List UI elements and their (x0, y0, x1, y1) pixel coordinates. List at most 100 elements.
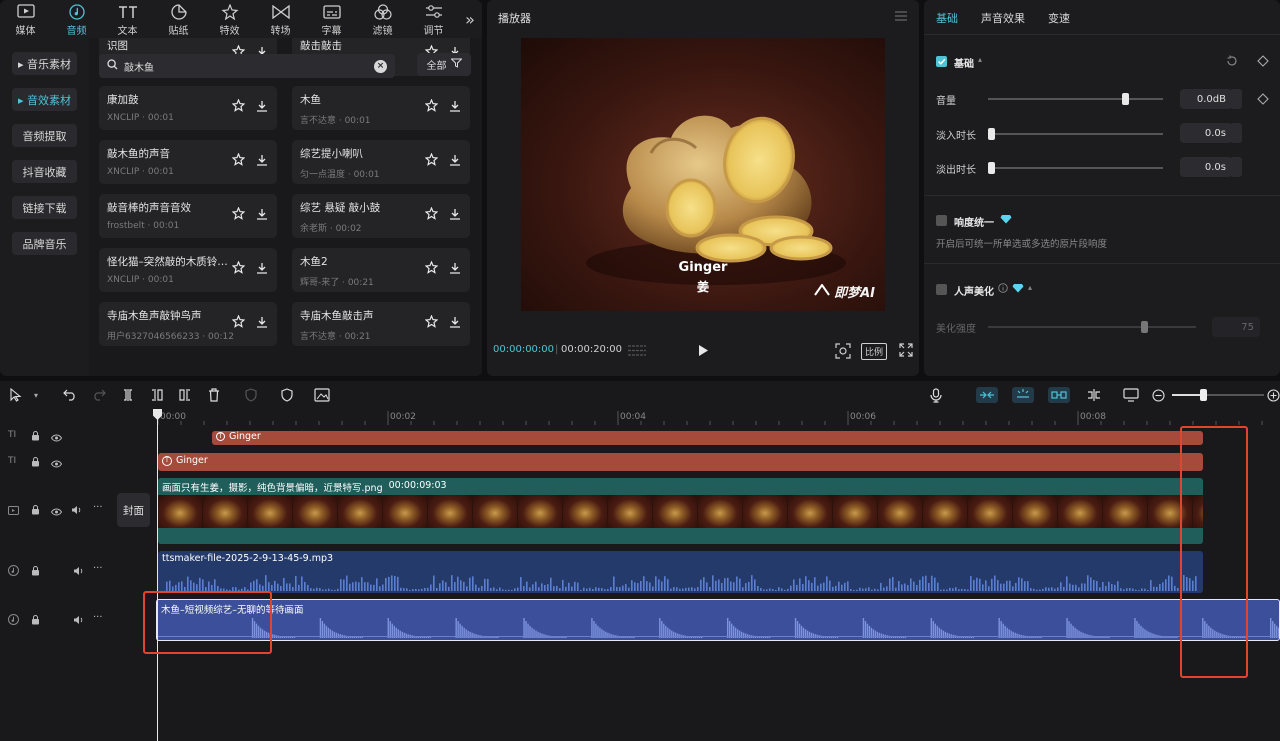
download-icon[interactable] (447, 314, 462, 329)
chevron-down-icon[interactable]: ▾ (28, 387, 44, 403)
lock-icon-4[interactable] (31, 566, 40, 579)
volume-keyframe-icon[interactable] (1257, 93, 1269, 108)
fade-out-value[interactable]: 0.0s (1180, 157, 1232, 177)
fullscreen-icon[interactable] (899, 343, 913, 360)
sound-card[interactable]: 木鱼2 辉哥-来了 · 00:21 (292, 248, 470, 292)
fit-screen-icon[interactable] (835, 343, 851, 362)
shield-icon[interactable] (279, 387, 295, 403)
volume-stepper[interactable] (1230, 89, 1242, 109)
fade-out-slider[interactable] (988, 167, 1163, 169)
zoom-slider-handle[interactable] (1200, 389, 1207, 401)
speaker-icon-2[interactable] (73, 566, 84, 579)
screen-icon[interactable] (1123, 387, 1139, 403)
mask-icon[interactable] (243, 387, 259, 403)
sound-card[interactable]: 怪化猫–突然敲的木质铃… XNCLIP · 00:01 (99, 248, 277, 292)
zoom-in-icon[interactable] (1265, 387, 1280, 403)
nav-audio[interactable]: 音频 (51, 0, 102, 38)
reset-icon[interactable] (1226, 55, 1238, 70)
split-icon[interactable] (120, 387, 136, 403)
filter-button[interactable]: 全部 (417, 53, 471, 76)
auto-snap-icon[interactable] (1012, 387, 1034, 403)
audio-clip-tts[interactable]: ttsmaker-file-2025-2-9-13-45-9.mp3 (158, 551, 1203, 593)
info-icon[interactable] (998, 283, 1008, 296)
fade-in-slider-handle[interactable] (988, 128, 995, 140)
nav-adjust[interactable]: 调节 (408, 0, 459, 38)
undo-icon[interactable] (62, 387, 78, 403)
video-preview[interactable]: Ginger 姜 即梦AI (521, 38, 885, 311)
sidebar-item-link[interactable]: 链接下载 (12, 196, 77, 219)
microphone-icon[interactable] (928, 387, 944, 403)
tab-sound-effects[interactable]: 声音效果 (981, 10, 1025, 26)
speaker-icon[interactable] (71, 505, 82, 518)
nav-text[interactable]: 文本 (102, 0, 153, 38)
download-icon[interactable] (254, 98, 269, 113)
more-icon[interactable]: ··· (93, 502, 103, 513)
favorite-star-icon[interactable] (424, 260, 439, 275)
sound-card[interactable]: 综艺 悬疑 敲小鼓 余老斯 · 00:02 (292, 194, 470, 238)
fade-out-stepper[interactable] (1230, 157, 1242, 177)
preview-axis-icon[interactable] (1086, 387, 1102, 403)
volume-slider[interactable] (988, 98, 1163, 100)
nav-sticker[interactable]: 贴纸 (153, 0, 204, 38)
video-clip[interactable]: 画面只有生姜，摄影，纯色背景偏暗，近景特写.png 00:00:09:03 (158, 478, 1203, 544)
download-icon[interactable] (254, 314, 269, 329)
sidebar-item-brand[interactable]: 品牌音乐 (12, 232, 77, 255)
select-tool-icon[interactable] (8, 387, 24, 403)
image-crop-icon[interactable] (314, 387, 330, 403)
linkage-icon[interactable] (1048, 387, 1070, 403)
download-icon[interactable] (447, 206, 462, 221)
search-input[interactable]: 敲木鱼 × (99, 54, 395, 78)
collapse-icon[interactable]: ▴ (978, 55, 982, 64)
download-icon[interactable] (447, 98, 462, 113)
more-icon-3[interactable]: ··· (93, 612, 103, 623)
cover-button[interactable]: 封面 (117, 493, 150, 527)
sound-card[interactable]: 木鱼 言不达意 · 00:01 (292, 86, 470, 130)
sound-card[interactable]: 寺庙木鱼声敲钟鸟声 用户6327046566233 · 00:12 (99, 302, 277, 346)
strength-value[interactable]: 75 (1212, 317, 1260, 337)
split-right-icon[interactable] (177, 387, 193, 403)
sidebar-item-sfx[interactable]: ▸ 音效素材 (12, 88, 77, 111)
sound-card[interactable]: 敲音棒的声音音效 frostbelt · 00:01 (99, 194, 277, 238)
nav-filter[interactable]: 滤镜 (357, 0, 408, 38)
link-main-track-icon[interactable] (976, 387, 998, 403)
favorite-star-icon[interactable] (424, 152, 439, 167)
nav-transition[interactable]: 转场 (255, 0, 306, 38)
lock-icon-5[interactable] (31, 615, 40, 628)
favorite-star-icon[interactable] (231, 152, 246, 167)
download-icon[interactable] (254, 152, 269, 167)
ratio-button[interactable]: 比例 (861, 343, 888, 360)
fade-in-slider[interactable] (988, 133, 1163, 135)
sidebar-item-music[interactable]: ▸ 音乐素材 (12, 52, 77, 75)
audio-clip-woodfish[interactable]: 木鱼–短视频综艺–无聊的等待画面 (156, 599, 1280, 641)
tab-speed[interactable]: 变速 (1048, 10, 1070, 26)
nav-effects[interactable]: 特效 (204, 0, 255, 38)
lock-icon-3[interactable] (31, 505, 40, 518)
playhead[interactable] (157, 411, 158, 741)
sound-card[interactable]: 寺庙木鱼敲击声 言不达意 · 00:21 (292, 302, 470, 346)
sound-card[interactable]: 综艺提小喇叭 匀一点温度 · 00:01 (292, 140, 470, 184)
strength-slider[interactable] (988, 326, 1196, 328)
sidebar-item-extract[interactable]: 音频提取 (12, 124, 77, 147)
grid-list-icon[interactable] (627, 344, 647, 360)
tab-basic[interactable]: 基础 (936, 10, 958, 26)
favorite-star-icon[interactable] (231, 206, 246, 221)
loudness-checkbox[interactable] (936, 215, 947, 226)
collapse-icon-2[interactable]: ▴ (1028, 283, 1032, 292)
fade-in-value[interactable]: 0.0s (1180, 123, 1232, 143)
sound-card[interactable]: 康加鼓 XNCLIP · 00:01 (99, 86, 277, 130)
clear-icon[interactable]: × (374, 59, 387, 73)
download-icon[interactable] (447, 152, 462, 167)
basic-checkbox[interactable] (936, 56, 947, 67)
sidebar-item-douyin[interactable]: 抖音收藏 (12, 160, 77, 183)
sound-card[interactable]: 敲木鱼的声音 XNCLIP · 00:01 (99, 140, 277, 184)
text-clip-1[interactable]: T Ginger (212, 431, 1203, 445)
favorite-star-icon[interactable] (231, 98, 246, 113)
favorite-star-icon[interactable] (231, 314, 246, 329)
search-value[interactable]: 敲木鱼 (124, 59, 368, 74)
fade-in-stepper[interactable] (1230, 123, 1242, 143)
nav-media[interactable]: 媒体 (0, 0, 51, 38)
volume-slider-handle[interactable] (1121, 93, 1129, 105)
more-icon-2[interactable]: ··· (93, 563, 103, 574)
voice-beautify-checkbox[interactable] (936, 284, 947, 295)
text-clip-2[interactable]: T Ginger (158, 453, 1203, 471)
